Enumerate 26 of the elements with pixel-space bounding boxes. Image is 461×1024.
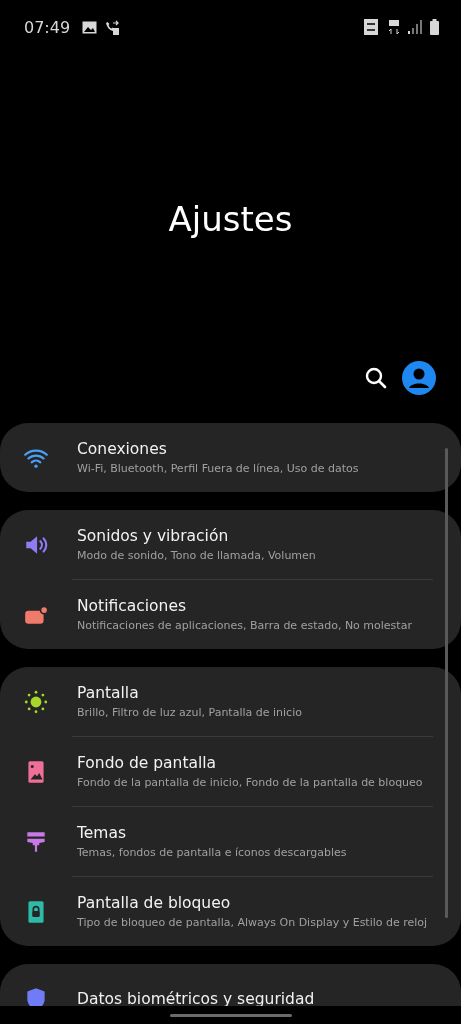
battery-icon	[430, 19, 439, 35]
image-icon	[82, 20, 98, 34]
setting-title[interactable]: Temas	[77, 824, 347, 842]
setting-subtitle: Notificaciones de aplicaciones, Barra de estado, No molestar	[77, 619, 412, 632]
setting-title[interactable]: Sonidos y vibración	[77, 527, 316, 545]
setting-subtitle: Temas, fondos de pantalla e íconos descargables	[77, 846, 347, 859]
setting-title[interactable]: Datos biométricos y seguridad	[77, 989, 315, 1006]
setting-subtitle: Tipo de bloqueo de pantalla, Always On Display y Estilo de reloj	[77, 916, 428, 929]
sun-icon	[23, 688, 49, 715]
setting-subtitle: Wi-Fi, Bluetooth, Perfil Fuera de línea, Uso de datos	[77, 462, 359, 475]
setting-title[interactable]: Fondo de pantalla	[77, 754, 423, 772]
setting-title[interactable]: Pantalla de bloqueo	[77, 894, 428, 912]
page-title: Ajustes	[167, 202, 294, 236]
setting-subtitle: Brillo, Filtro de luz azul, Pantalla de inicio	[77, 706, 302, 719]
call-forward-icon	[105, 19, 121, 35]
network-icon	[388, 19, 400, 35]
clock: 07:49	[24, 17, 71, 37]
profile-button[interactable]	[402, 361, 436, 395]
setting-title[interactable]: Notificaciones	[77, 597, 412, 615]
volte-icon	[364, 19, 380, 35]
setting-subtitle: Modo de sonido, Tono de llamada, Volumen	[77, 549, 316, 562]
setting-title[interactable]: Pantalla	[77, 684, 302, 702]
setting-subtitle: Fondo de la pantalla de inicio, Fondo de la pantalla de bloqueo	[77, 776, 423, 789]
signal-icon	[408, 20, 422, 34]
search-button[interactable]	[364, 366, 388, 390]
setting-title[interactable]: Conexiones	[77, 440, 359, 458]
